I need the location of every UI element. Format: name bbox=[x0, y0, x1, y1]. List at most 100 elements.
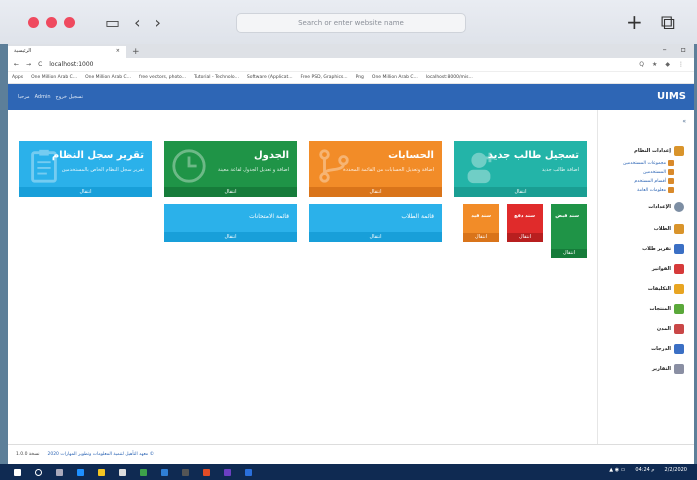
card-subtitle: اضافة طالب جديد bbox=[541, 167, 579, 173]
card-title: تقرير سجل النظام bbox=[51, 150, 144, 161]
card-title: قائمة الطلاب bbox=[401, 213, 434, 220]
sidebar-item-label: الإعدادات bbox=[648, 204, 671, 210]
reload-icon[interactable]: C bbox=[38, 61, 42, 68]
sidebar-toggle-icon[interactable]: ▭ bbox=[105, 13, 120, 32]
maximize-icon[interactable]: ▫ bbox=[681, 45, 686, 54]
tray-icons[interactable]: ▲ ◉ ▭ bbox=[609, 467, 625, 473]
task-view-icon[interactable] bbox=[56, 468, 63, 476]
bookmark-item[interactable]: Software (Applicat... bbox=[247, 75, 293, 80]
clock-date: 2/2/2020 bbox=[664, 467, 687, 473]
dashboard: تسجيل طالب جديد اضافة طالب جديد انتقال ا… bbox=[8, 110, 597, 444]
card-footer-link[interactable]: انتقال bbox=[19, 187, 152, 197]
card-footer-link[interactable]: انتقال bbox=[463, 233, 499, 242]
taskbar: ▲ ◉ ▭ 04:24 م 2/2/2020 bbox=[0, 464, 697, 480]
tab-active[interactable]: الرئيسية × bbox=[8, 46, 126, 58]
chrome-icon[interactable] bbox=[203, 468, 210, 476]
minimize-icon[interactable]: – bbox=[663, 45, 667, 54]
search-icon[interactable] bbox=[35, 468, 42, 476]
card-footer-link[interactable]: انتقال bbox=[507, 233, 543, 242]
bookmark-item[interactable]: Tutorial - Technolo... bbox=[194, 75, 239, 80]
card-footer-link[interactable]: انتقال bbox=[454, 187, 587, 197]
copyright-text: معهد التأهيل لتنمية المعلومات وتطوير الم… bbox=[47, 452, 155, 457]
bookmark-item[interactable]: One Million Arab C... bbox=[31, 75, 77, 80]
tabs-overview-icon[interactable]: ⧉ bbox=[661, 10, 675, 34]
card-footer-link[interactable]: انتقال bbox=[309, 187, 442, 197]
sidebar-subitem-label: أقسام المستخدم bbox=[634, 178, 666, 184]
zoom-dot[interactable] bbox=[64, 16, 75, 28]
sidebar-item-reports[interactable]: التقارير bbox=[652, 364, 684, 374]
bookmark-item[interactable]: Png bbox=[356, 75, 364, 80]
card-payment-voucher[interactable]: سند دفع انتقال bbox=[507, 204, 543, 242]
mail-icon[interactable] bbox=[161, 468, 168, 476]
sidebar-item-invoices[interactable]: الفواتير bbox=[652, 264, 684, 274]
sidebar-item-assignments[interactable]: التكليفات bbox=[648, 284, 684, 294]
tab-strip: الرئيسية × + – ▫ bbox=[8, 44, 694, 58]
store-icon[interactable] bbox=[119, 468, 126, 476]
sidebar-subitem[interactable]: المستخدمين bbox=[643, 169, 674, 175]
minimize-dot[interactable] bbox=[46, 16, 57, 28]
sidebar-subitem[interactable]: معلومات العامة bbox=[637, 187, 674, 193]
app-icon[interactable] bbox=[224, 468, 231, 476]
new-tab-button[interactable]: + bbox=[132, 46, 140, 58]
bookmark-item[interactable]: One Million Arab C... bbox=[85, 75, 131, 80]
forward-icon[interactable]: › bbox=[155, 13, 161, 32]
sidebar-item-label: المدن bbox=[656, 326, 671, 332]
folder-icon[interactable] bbox=[98, 468, 105, 476]
card-student-list[interactable]: قائمة الطلاب انتقال bbox=[309, 204, 442, 242]
app-header: مرحبا Admin تسجيل خروج UIMS bbox=[8, 84, 694, 110]
sidebar-item-products[interactable]: المنتجات bbox=[649, 304, 684, 314]
sidebar-subitem[interactable]: أقسام المستخدم bbox=[634, 178, 674, 184]
bookmark-item[interactable]: Free PSD, Graphics... bbox=[301, 75, 348, 80]
sidebar-item-students[interactable]: الطلاب bbox=[654, 224, 684, 234]
sidebar-item-label: التقارير bbox=[652, 366, 671, 372]
invoice-icon bbox=[674, 264, 684, 274]
back-icon[interactable]: ‹ bbox=[134, 13, 140, 32]
card-footer-link[interactable]: انتقال bbox=[164, 187, 297, 197]
bookmark-item[interactable]: Apps bbox=[12, 75, 23, 80]
app-icon[interactable] bbox=[245, 468, 252, 476]
footer: نسخة 1.0.0 معهد التأهيل لتنمية المعلومات… bbox=[8, 444, 694, 464]
app-icon[interactable] bbox=[140, 468, 147, 476]
zoom-icon[interactable]: Q bbox=[639, 61, 644, 68]
card-receipt-voucher[interactable]: سند قبض انتقال bbox=[551, 204, 587, 258]
terminal-icon[interactable] bbox=[182, 468, 189, 476]
extension-icon[interactable]: ◆ bbox=[665, 61, 670, 68]
bookmark-star-icon[interactable]: ★ bbox=[652, 61, 657, 68]
bookmark-item[interactable]: One Million Arab C... bbox=[372, 75, 418, 80]
menu-icon[interactable]: ⋮ bbox=[678, 61, 684, 68]
windows-start-icon[interactable] bbox=[14, 468, 21, 476]
card-system-log[interactable]: تقرير سجل النظام تقرير سجل النظام الخاص … bbox=[19, 141, 152, 197]
edge-icon[interactable] bbox=[77, 468, 84, 476]
card-schedule[interactable]: الجدول اضافة و تعديل الجدول لقاعة معينة … bbox=[164, 141, 297, 197]
username-link[interactable]: Admin bbox=[35, 94, 51, 100]
bookmark-item[interactable]: localhost:8000/mis... bbox=[426, 75, 473, 80]
sidebar-item-cities[interactable]: المدن bbox=[657, 324, 684, 334]
sidebar-item-student-report[interactable]: تقرير طلاب bbox=[642, 244, 684, 254]
close-dot[interactable] bbox=[28, 16, 39, 28]
sidebar-item-system-settings[interactable]: إعدادات النظام bbox=[634, 146, 684, 156]
card-title: قائمة الامتحانات bbox=[249, 213, 289, 220]
sidebar-item-settings[interactable]: الإعدادات bbox=[648, 202, 684, 212]
grades-icon bbox=[674, 344, 684, 354]
card-footer-link[interactable]: انتقال bbox=[551, 249, 587, 258]
sidebar-subitem[interactable]: مجموعات المستخدمين bbox=[623, 160, 674, 166]
back-icon[interactable]: ← bbox=[14, 61, 19, 68]
forward-icon[interactable]: → bbox=[26, 61, 31, 68]
logout-link[interactable]: تسجيل خروج bbox=[56, 94, 83, 100]
card-footer-link[interactable]: انتقال bbox=[309, 232, 442, 242]
bookmarks-bar: Apps One Million Arab C... One Million A… bbox=[8, 72, 694, 84]
card-subtitle: تقرير سجل النظام الخاص بالمستخدمين bbox=[61, 167, 144, 173]
collapse-icon[interactable]: « bbox=[682, 118, 686, 125]
tab-close-icon[interactable]: × bbox=[116, 48, 120, 56]
card-exam-list[interactable]: قائمة الامتحانات انتقال bbox=[164, 204, 297, 242]
card-entry-voucher[interactable]: سند قيد انتقال bbox=[463, 204, 499, 242]
new-tab-icon[interactable]: + bbox=[626, 10, 643, 34]
sidebar-subitem-label: مجموعات المستخدمين bbox=[622, 160, 666, 166]
card-accounts[interactable]: الحسابات اضافة وتعديل الحسابات من القائم… bbox=[309, 141, 442, 197]
card-register-student[interactable]: تسجيل طالب جديد اضافة طالب جديد انتقال bbox=[454, 141, 587, 197]
mac-search-field[interactable]: Search or enter website name bbox=[236, 13, 466, 33]
sidebar-item-grades[interactable]: الدرجات bbox=[651, 344, 684, 354]
url-field[interactable]: localhost:1000 bbox=[49, 61, 93, 68]
bookmark-item[interactable]: free vectors, photo... bbox=[139, 75, 186, 80]
card-footer-link[interactable]: انتقال bbox=[164, 232, 297, 242]
